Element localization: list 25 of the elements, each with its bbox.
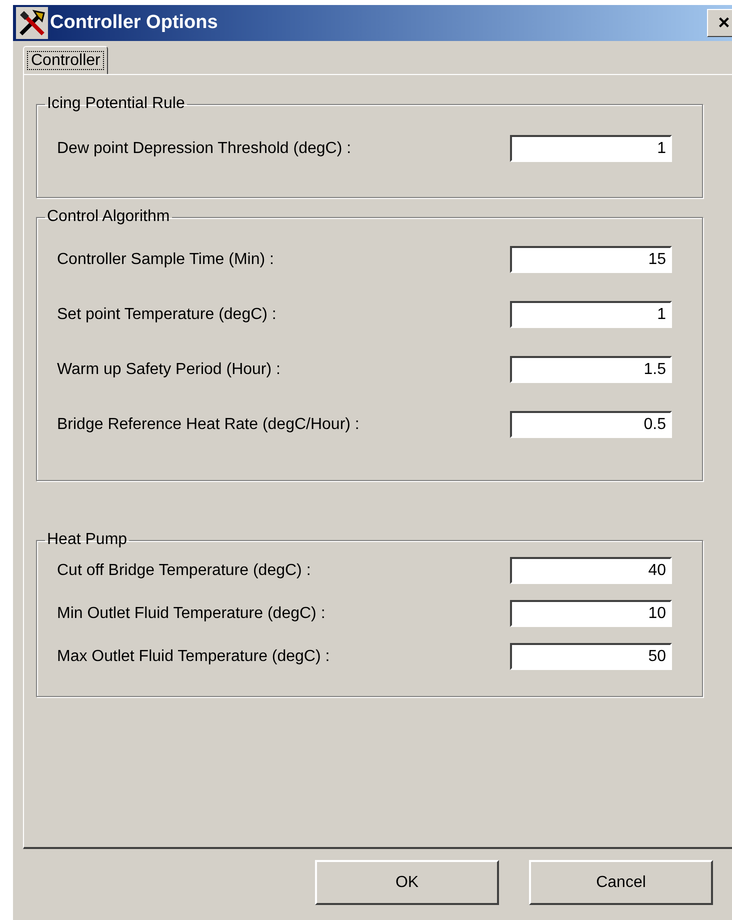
group-title: Icing Potential Rule (46, 95, 186, 113)
input-field[interactable]: 1 (510, 301, 672, 328)
input-field[interactable]: 50 (510, 643, 672, 670)
field-label: Cut off Bridge Temperature (degC) : (57, 562, 311, 580)
field-label: Controller Sample Time (Min) : (57, 250, 274, 268)
window-title: Controller Options (50, 12, 219, 34)
input-field[interactable]: 1.5 (510, 356, 672, 383)
field-label: Min Outlet Fluid Temperature (degC) : (57, 604, 326, 622)
input-field[interactable]: 0.5 (510, 411, 672, 438)
dialog-button[interactable]: OK (315, 860, 499, 905)
field-label: Warm up Safety Period (Hour) : (57, 360, 280, 378)
tab[interactable]: Controller (23, 46, 108, 74)
close-button[interactable]: × (707, 9, 732, 37)
input-field[interactable]: 40 (510, 557, 672, 584)
group-title: Control Algorithm (46, 208, 171, 226)
field-label: Dew point Depression Threshold (degC) : (57, 140, 352, 158)
tools-icon (16, 7, 48, 39)
field-label: Max Outlet Fluid Temperature (degC) : (57, 648, 330, 666)
input-field[interactable]: 1 (510, 135, 672, 162)
field-label: Bridge Reference Heat Rate (degC/Hour) : (57, 416, 360, 434)
input-field[interactable]: 10 (510, 600, 672, 627)
group-title: Heat Pump (46, 531, 128, 549)
input-field[interactable]: 15 (510, 246, 672, 273)
field-label: Set point Temperature (degC) : (57, 306, 276, 324)
dialog-button[interactable]: Cancel (529, 860, 713, 905)
